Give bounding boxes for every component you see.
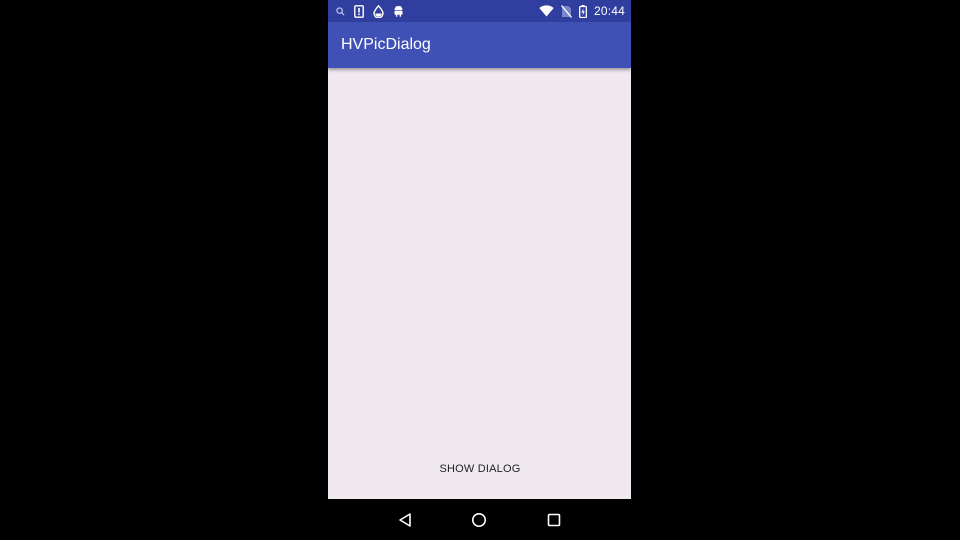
navigation-bar bbox=[328, 499, 631, 540]
app-bar: HVPicDialog bbox=[328, 22, 631, 68]
main-content: SHOW DIALOG bbox=[328, 68, 631, 499]
status-bar: 20:44 bbox=[328, 0, 631, 22]
battery-charging-icon bbox=[579, 4, 587, 18]
home-icon[interactable] bbox=[464, 505, 494, 535]
android-icon bbox=[393, 5, 404, 17]
app-title: HVPicDialog bbox=[341, 36, 431, 53]
status-time: 20:44 bbox=[593, 4, 625, 18]
no-sim-icon bbox=[560, 4, 572, 18]
notification-icons bbox=[336, 4, 404, 18]
drop-icon bbox=[373, 4, 384, 18]
sim-card-icon bbox=[354, 4, 364, 18]
wifi-icon bbox=[539, 5, 554, 17]
search-icon bbox=[336, 6, 345, 16]
recents-icon[interactable] bbox=[539, 505, 569, 535]
back-icon[interactable] bbox=[390, 505, 420, 535]
show-dialog-button[interactable]: SHOW DIALOG bbox=[420, 456, 540, 482]
device-screen: 20:44 HVPicDialog SHOW DIALOG bbox=[328, 0, 631, 540]
system-icons: 20:44 bbox=[539, 4, 625, 18]
